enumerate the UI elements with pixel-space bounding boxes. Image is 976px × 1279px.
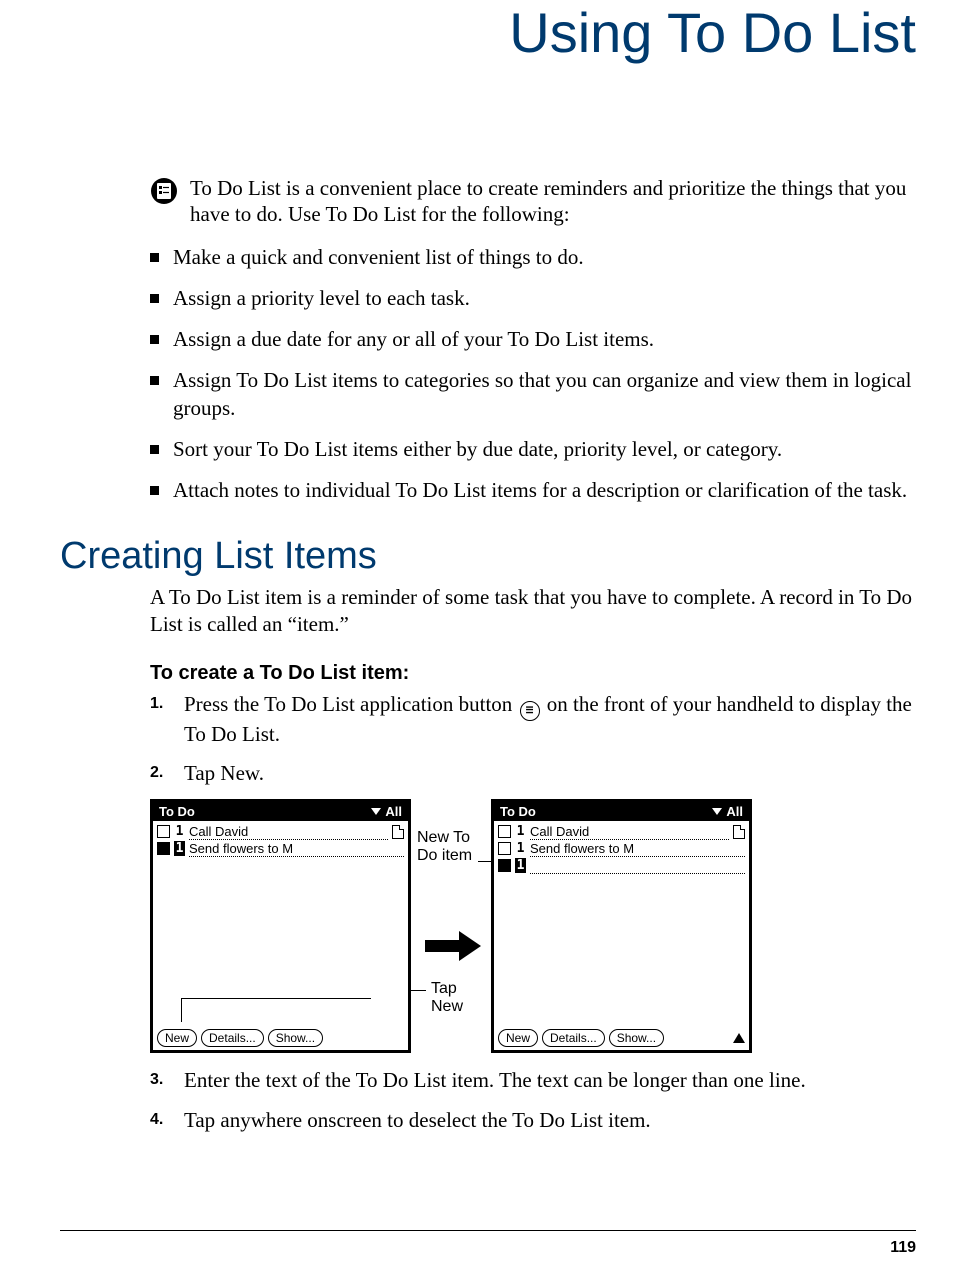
bullet-icon: [150, 294, 159, 303]
section-heading: Creating List Items: [60, 535, 916, 578]
bullet-text: Assign To Do List items to categories so…: [173, 367, 916, 422]
priority-label[interactable]: 1: [515, 824, 526, 839]
todo-text[interactable]: Send flowers to M: [530, 841, 745, 857]
step-text: Tap New.: [184, 760, 916, 787]
bullet-text: Assign a priority level to each task.: [173, 285, 916, 312]
bullet-icon: [150, 376, 159, 385]
bullet-text: Assign a due date for any or all of your…: [173, 326, 916, 353]
todo-app-icon: [150, 177, 178, 205]
todo-item[interactable]: 1 Call David: [498, 823, 745, 840]
dropdown-icon: [712, 808, 722, 815]
callout-tap-new: Tap New: [417, 980, 491, 1015]
bullet-text: Make a quick and convenient list of thin…: [173, 244, 916, 271]
todo-button-icon: ☰: [520, 701, 540, 721]
todo-item[interactable]: 1 Send flowers to M: [157, 840, 404, 857]
step-text: Tap anywhere onscreen to deselect the To…: [184, 1107, 916, 1134]
note-icon[interactable]: [733, 825, 745, 839]
intro-paragraph: To Do List is a convenient place to crea…: [190, 175, 916, 228]
details-button[interactable]: Details...: [542, 1029, 605, 1047]
category-label: All: [726, 804, 743, 819]
procedure-steps-cont: 3. Enter the text of the To Do List item…: [150, 1067, 916, 1134]
bullet-icon: [150, 253, 159, 262]
step-number: 2.: [150, 760, 170, 787]
page-number: 119: [890, 1239, 916, 1257]
new-button[interactable]: New: [498, 1029, 538, 1047]
checkbox-icon[interactable]: [157, 825, 170, 838]
todo-text[interactable]: Call David: [189, 824, 388, 840]
todo-text[interactable]: Send flowers to M: [189, 841, 404, 857]
priority-label[interactable]: 1: [174, 841, 185, 856]
screen-title: To Do: [159, 804, 195, 819]
checkbox-icon[interactable]: [157, 842, 170, 855]
screen-title: To Do: [500, 804, 536, 819]
checkbox-icon[interactable]: [498, 825, 511, 838]
chapter-title: Using To Do List: [60, 0, 916, 65]
todo-text[interactable]: [530, 858, 745, 874]
step-number: 4.: [150, 1107, 170, 1134]
bullet-icon: [150, 486, 159, 495]
callout-new-item: New To Do item: [417, 829, 491, 864]
category-selector[interactable]: All: [712, 804, 743, 819]
checkbox-icon[interactable]: [498, 842, 511, 855]
step-text: Enter the text of the To Do List item. T…: [184, 1067, 916, 1094]
bullet-text: Sort your To Do List items either by due…: [173, 436, 916, 463]
category-label: All: [385, 804, 402, 819]
todo-item-new[interactable]: 1: [498, 857, 745, 874]
details-button[interactable]: Details...: [201, 1029, 264, 1047]
bullet-text: Attach notes to individual To Do List it…: [173, 477, 916, 504]
priority-label[interactable]: 1: [515, 841, 526, 856]
section-intro: A To Do List item is a reminder of some …: [150, 584, 916, 639]
todo-text[interactable]: Call David: [530, 824, 729, 840]
todo-item[interactable]: 1 Call David: [157, 823, 404, 840]
note-icon[interactable]: [392, 825, 404, 839]
step-number: 3.: [150, 1067, 170, 1094]
arrow-icon: [425, 931, 481, 961]
priority-label[interactable]: 1: [174, 824, 185, 839]
step-number: 1.: [150, 691, 170, 748]
priority-label[interactable]: 1: [515, 858, 526, 873]
todo-item[interactable]: 1 Send flowers to M: [498, 840, 745, 857]
checkbox-icon[interactable]: [498, 859, 511, 872]
category-selector[interactable]: All: [371, 804, 402, 819]
show-button[interactable]: Show...: [268, 1029, 323, 1047]
show-button[interactable]: Show...: [609, 1029, 664, 1047]
dropdown-icon: [371, 808, 381, 815]
footer-rule: [60, 1230, 916, 1231]
palm-screen-after: To Do All 1 Call David 1 Send flowers to…: [491, 799, 752, 1053]
scroll-up-icon[interactable]: [733, 1033, 745, 1043]
procedure-heading: To create a To Do List item:: [150, 662, 916, 685]
figure: To Do All 1 Call David 1 Send flowers to…: [150, 799, 916, 1053]
step-text-part: Press the To Do List application button: [184, 692, 518, 716]
new-button[interactable]: New: [157, 1029, 197, 1047]
palm-screen-before: To Do All 1 Call David 1 Send flowers to…: [150, 799, 411, 1053]
bullet-icon: [150, 335, 159, 344]
feature-bullet-list: Make a quick and convenient list of thin…: [150, 244, 916, 505]
bullet-icon: [150, 445, 159, 454]
step-text: Press the To Do List application button …: [184, 691, 916, 748]
procedure-steps: 1. Press the To Do List application butt…: [150, 691, 916, 787]
